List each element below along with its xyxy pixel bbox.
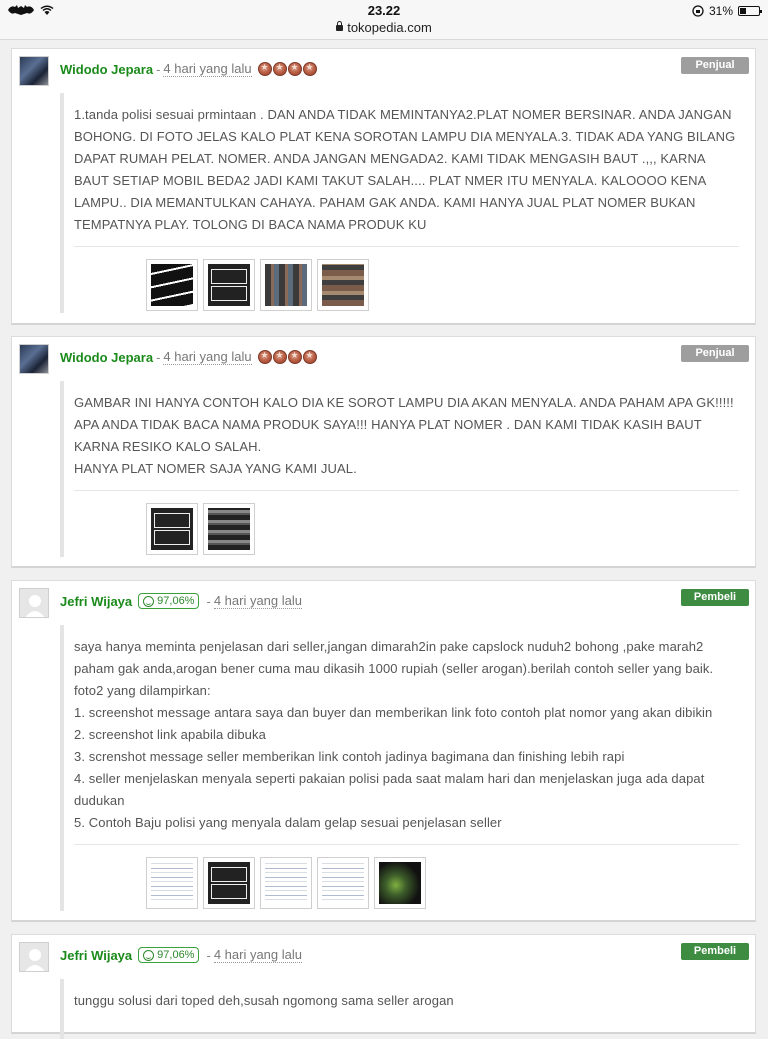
attachment-thumbnail[interactable]	[146, 503, 198, 555]
default-user-icon	[25, 949, 45, 971]
review-header: Widodo Jepara -4 hari yang lalu	[60, 349, 317, 365]
review-body: 1.tanda polisi sesuai prmintaan . DAN AN…	[60, 93, 739, 313]
review-time[interactable]: 4 hari yang lalu	[163, 349, 252, 365]
separator: -	[156, 349, 161, 365]
role-badge: Pembeli	[681, 943, 749, 960]
review-header: Widodo Jepara -4 hari yang lalu	[60, 61, 317, 77]
divider	[74, 490, 739, 491]
role-badge: Pembeli	[681, 589, 749, 606]
avatar[interactable]	[19, 942, 49, 972]
attachment-gallery	[146, 503, 739, 555]
review-body: tunggu solusi dari toped deh,susah ngomo…	[60, 979, 739, 1039]
attachment-thumbnail[interactable]	[260, 857, 312, 909]
medal-icon	[302, 62, 317, 76]
review-text-line: saya hanya meminta penjelasan dari selle…	[74, 639, 714, 676]
attachment-thumbnail[interactable]	[374, 857, 426, 909]
review-card: Jefri Wijaya 97,06% -4 hari yang lalu Pembe…	[11, 580, 756, 922]
attachment-image	[208, 264, 250, 306]
status-right: 31%	[692, 4, 762, 18]
attachment-image	[265, 862, 307, 904]
review-card: Jefri Wijaya 97,06% -4 hari yang lalu Pembe…	[11, 934, 756, 1039]
reputation-badge[interactable]: 97,06%	[138, 593, 200, 609]
review-text-line: 4. seller menjelaskan menyala seperti pa…	[74, 771, 705, 808]
avatar[interactable]	[19, 344, 49, 374]
divider	[74, 246, 739, 247]
seller-medals[interactable]	[257, 350, 317, 364]
attachment-thumbnail[interactable]	[317, 857, 369, 909]
role-badge: Penjual	[681, 57, 749, 74]
attachment-thumbnail[interactable]	[203, 503, 255, 555]
attachment-image	[151, 508, 193, 550]
avatar[interactable]	[19, 588, 49, 618]
attachment-thumbnail[interactable]	[260, 259, 312, 311]
smiley-icon	[143, 595, 155, 607]
seller-medals[interactable]	[257, 62, 317, 76]
address-url: tokopedia.com	[347, 20, 432, 35]
reputation-value: 97,06%	[157, 595, 195, 607]
reviewer-name[interactable]: Widodo Jepara	[60, 350, 153, 365]
review-text-line: foto2 yang dilampirkan:	[74, 683, 211, 698]
rotation-lock-icon	[692, 5, 704, 17]
review-text-line: HANYA PLAT NOMER SAJA YANG KAMI JUAL.	[74, 461, 357, 476]
divider	[74, 844, 739, 845]
review-text-line: tunggu solusi dari toped deh,susah ngomo…	[74, 993, 454, 1008]
smiley-icon	[143, 949, 155, 961]
medal-icon	[287, 350, 302, 364]
review-card: Widodo Jepara-4 hari yang lalu Penjual GAM…	[11, 336, 756, 568]
battery-icon	[738, 6, 762, 16]
attachment-image	[379, 862, 421, 904]
medal-icon	[272, 350, 287, 364]
attachment-thumbnail[interactable]	[317, 259, 369, 311]
review-time[interactable]: 4 hari yang lalu	[163, 61, 252, 77]
attachment-image	[265, 264, 307, 306]
default-user-icon	[25, 595, 45, 617]
attachment-image	[151, 862, 193, 904]
review-text-line: 1.tanda polisi sesuai prmintaan . DAN AN…	[74, 107, 736, 232]
battery-fill	[740, 8, 746, 14]
review-text-line: 5. Contoh Baju polisi yang menyala dalam…	[74, 815, 502, 830]
avatar[interactable]	[19, 56, 49, 86]
review-text-line: 3. screnshot message seller memberikan l…	[74, 749, 625, 764]
attachment-thumbnail[interactable]	[203, 259, 255, 311]
medal-icon	[257, 350, 272, 364]
review-text-line: 2. screenshot link apabila dibuka	[74, 727, 266, 742]
review-time[interactable]: 4 hari yang lalu	[213, 947, 302, 963]
medal-icon	[302, 350, 317, 364]
attachment-image	[208, 862, 250, 904]
medal-icon	[287, 62, 302, 76]
attachment-image	[322, 264, 364, 306]
reputation-badge[interactable]: 97,06%	[138, 947, 200, 963]
address-bar[interactable]: tokopedia.com	[0, 20, 768, 35]
separator: -	[206, 593, 211, 609]
attachment-gallery	[146, 259, 739, 311]
review-header: Jefri Wijaya 97,06% -4 hari yang lalu	[60, 947, 302, 963]
review-body: saya hanya meminta penjelasan dari selle…	[60, 625, 739, 911]
reviewer-name[interactable]: Jefri Wijaya	[60, 594, 132, 609]
attachment-image	[151, 264, 193, 306]
status-time: 23.22	[367, 3, 401, 18]
attachment-gallery	[146, 857, 739, 909]
reviewer-name[interactable]: Jefri Wijaya	[60, 948, 132, 963]
lock-icon	[336, 21, 344, 31]
review-text-line: GAMBAR INI HANYA CONTOH KALO DIA KE SORO…	[74, 395, 734, 454]
reputation-value: 97,06%	[157, 949, 195, 961]
attachment-image	[208, 508, 250, 550]
role-badge: Penjual	[681, 345, 749, 362]
battery-percent: 31%	[708, 4, 733, 18]
attachment-image	[322, 862, 364, 904]
review-time[interactable]: 4 hari yang lalu	[213, 593, 302, 609]
separator: -	[206, 947, 211, 963]
review-card: Widodo Jepara-4 hari yang lalu Penjual 1.t…	[11, 48, 756, 325]
separator: -	[156, 61, 161, 77]
review-header: Jefri Wijaya 97,06% -4 hari yang lalu	[60, 593, 302, 609]
reviewer-name[interactable]: Widodo Jepara	[60, 62, 153, 77]
review-body: GAMBAR INI HANYA CONTOH KALO DIA KE SORO…	[60, 381, 739, 557]
attachment-thumbnail[interactable]	[146, 857, 198, 909]
medal-icon	[272, 62, 287, 76]
status-bar: 23.22 tokopedia.com 31%	[0, 0, 768, 40]
medal-icon	[257, 62, 272, 76]
attachment-thumbnail[interactable]	[146, 259, 198, 311]
attachment-thumbnail[interactable]	[203, 857, 255, 909]
review-text-line: 1. screenshot message antara saya dan bu…	[74, 705, 713, 720]
